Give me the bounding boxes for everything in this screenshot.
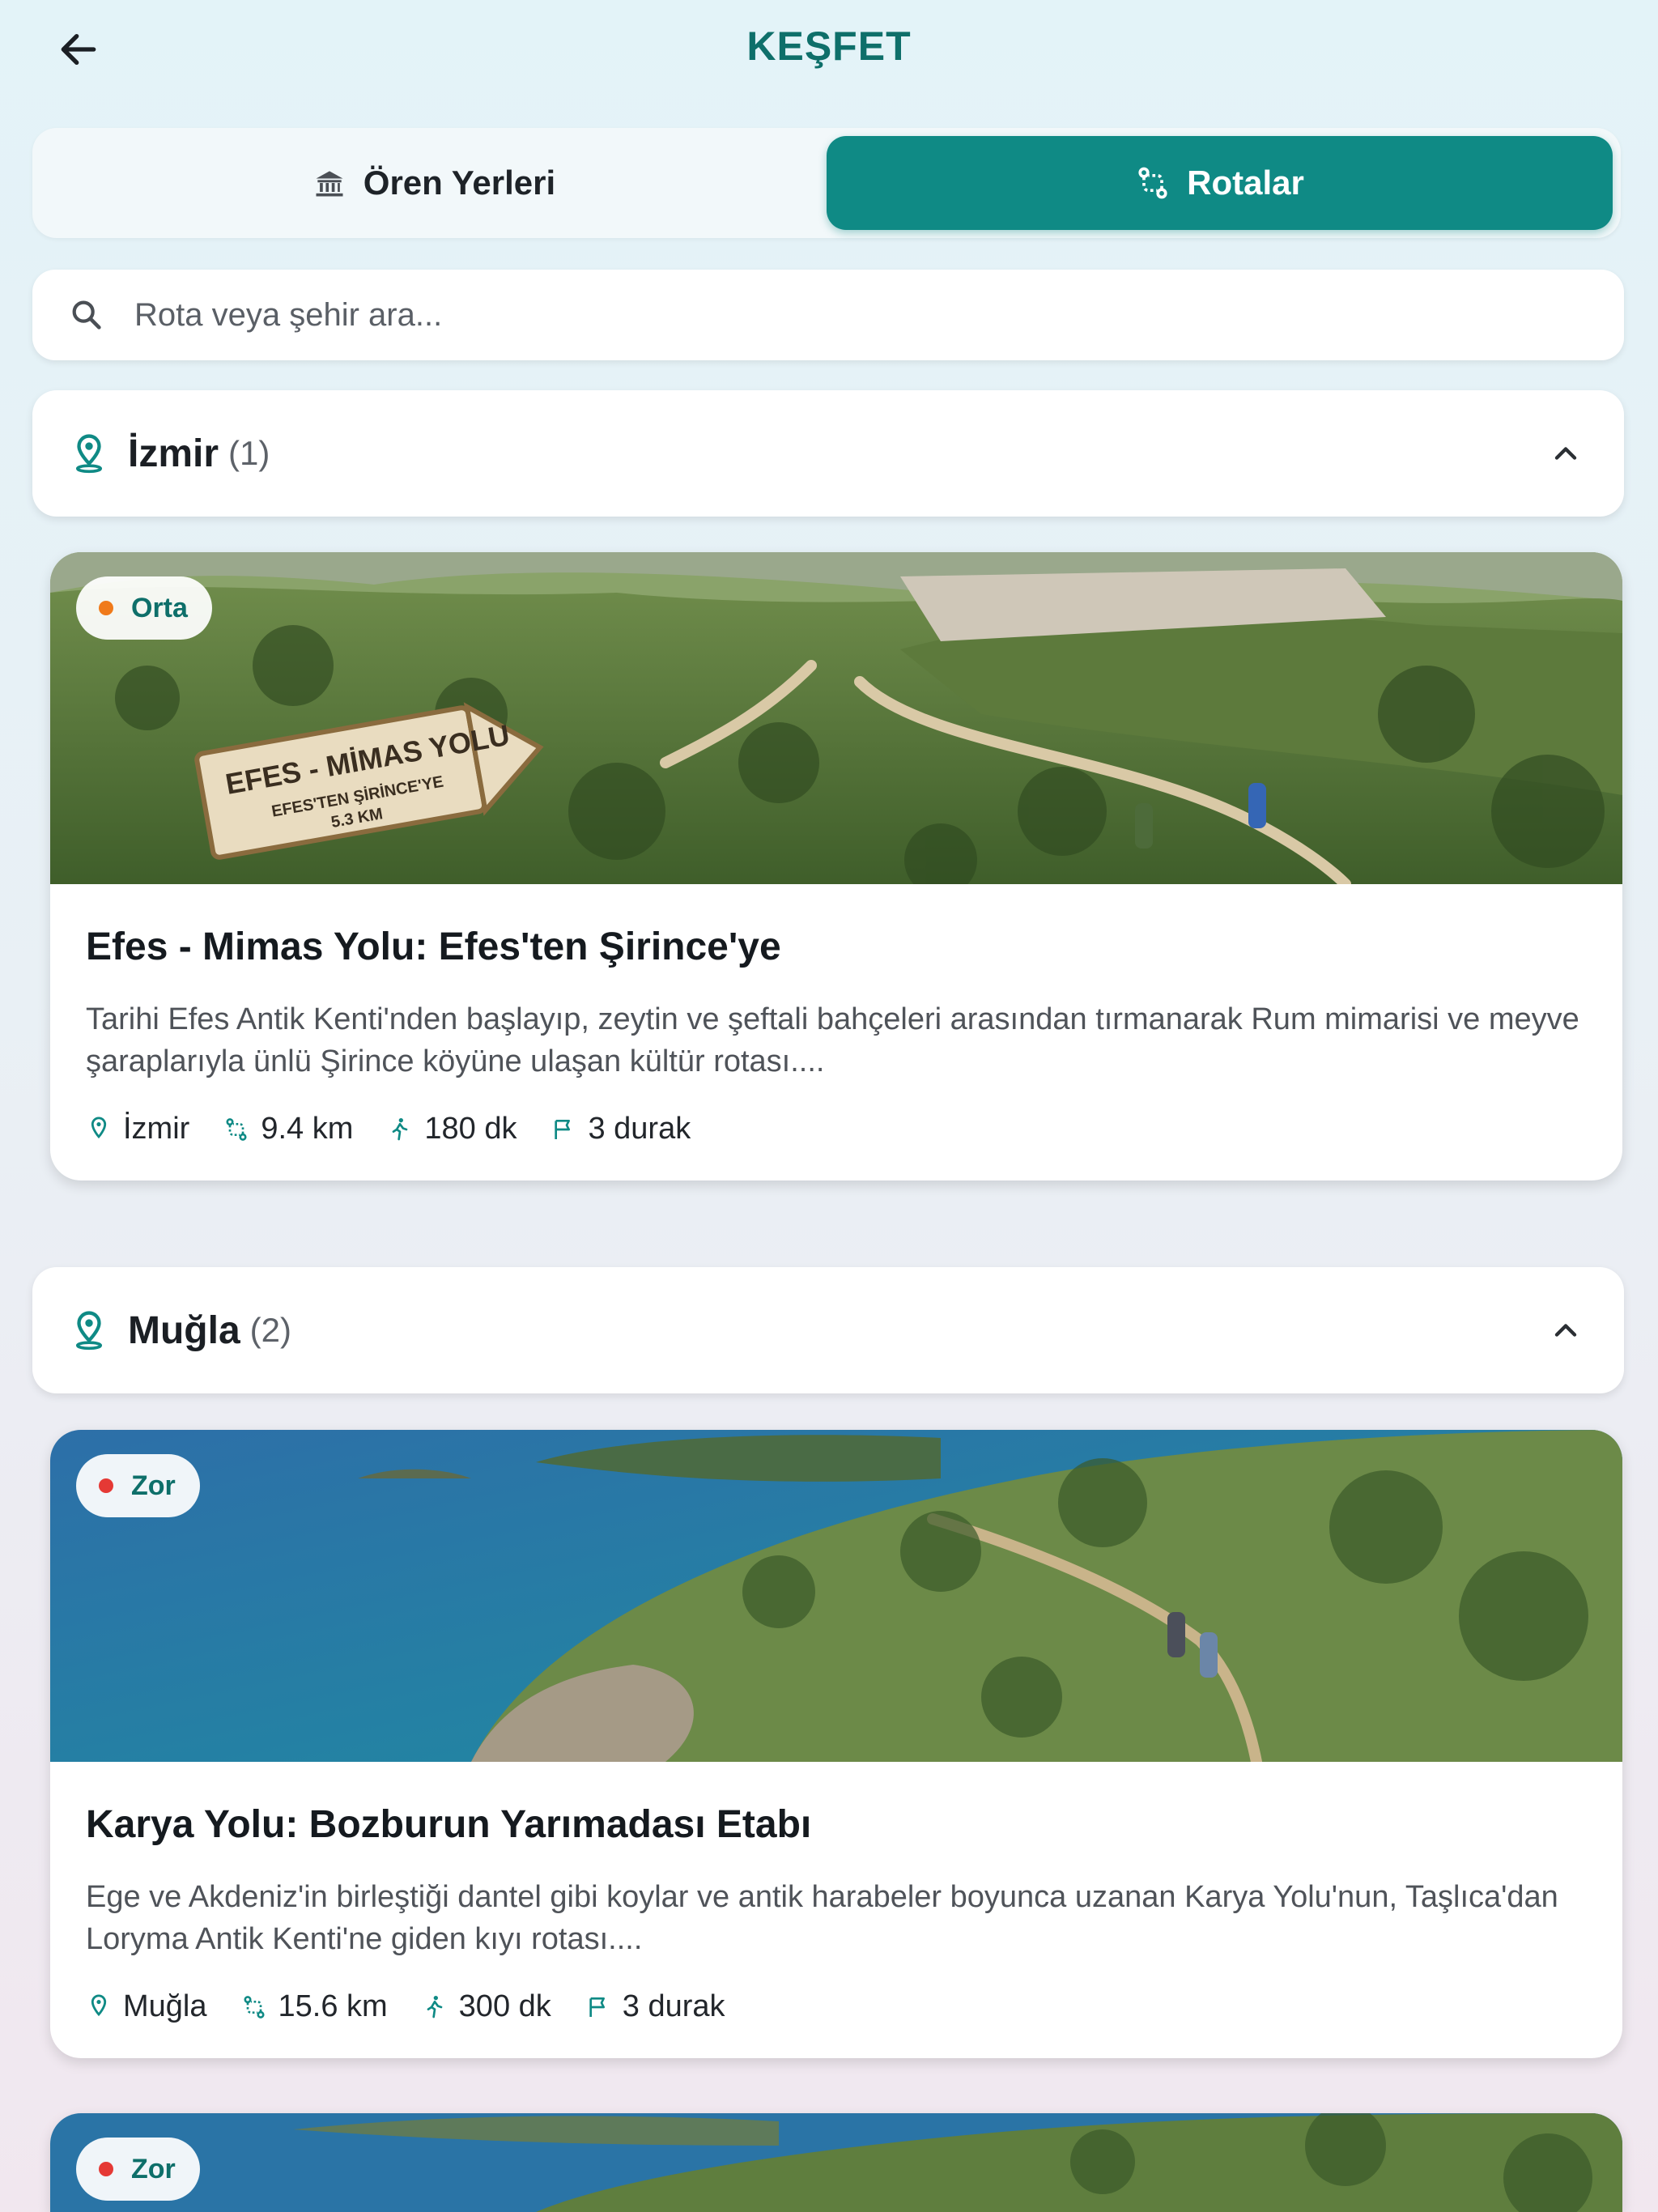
route-description: Tarihi Efes Antik Kenti'nden başlayıp, z…	[86, 1002, 1579, 1078]
location-pin-icon	[91, 1116, 107, 1138]
route-image: EFES - MİMAS YOLU EFES'TEN ŞİRİNCE'YE 5.…	[50, 552, 1622, 884]
route-image: Zor	[50, 2113, 1622, 2212]
region-header-izmir[interactable]: İzmir (1)	[32, 390, 1624, 517]
meta-distance-label: 15.6 km	[278, 1989, 388, 2023]
route-card-partial[interactable]: Zor	[50, 2113, 1622, 2212]
meta-distance: 15.6 km	[241, 1989, 388, 2024]
difficulty-label: Zor	[131, 2153, 176, 2184]
difficulty-badge: Orta	[76, 576, 212, 640]
meta-duration-label: 300 dk	[458, 1989, 551, 2023]
tab-bar: Ören Yerleri Rotalar	[32, 128, 1621, 238]
region-header-mugla[interactable]: Muğla (2)	[32, 1267, 1624, 1393]
difficulty-badge: Zor	[76, 2138, 200, 2201]
difficulty-dot	[99, 2162, 113, 2176]
route-title: Efes - Mimas Yolu: Efes'ten Şirince'ye	[86, 925, 781, 968]
search-icon	[72, 300, 101, 330]
meta-city: Muğla	[86, 1989, 207, 2024]
meta-duration-label: 180 dk	[424, 1112, 517, 1146]
meta-stops-label: 3 durak	[588, 1112, 691, 1146]
route-image: Zor	[50, 1430, 1622, 1762]
search-bar	[32, 270, 1624, 360]
route-icon	[243, 1995, 265, 2018]
difficulty-dot	[99, 601, 113, 615]
tab-label: Ören Yerleri	[363, 164, 556, 202]
meta-duration: 300 dk	[422, 1989, 551, 2024]
location-pin-icon	[91, 1993, 107, 2016]
meta-stops: 3 durak	[551, 1112, 691, 1146]
route-meta: Muğla 15.6 km 300 dk 3 durak	[86, 1989, 1587, 2024]
route-card-karya-yolu[interactable]: Zor Karya Yolu: Bozburun Yarımadası Etab…	[50, 1430, 1622, 2058]
route-icon	[1138, 167, 1167, 199]
flag-icon	[555, 1119, 571, 1139]
meta-duration: 180 dk	[387, 1112, 517, 1146]
region-name: Muğla	[128, 1308, 240, 1352]
tab-oren-yerleri[interactable]: Ören Yerleri	[40, 136, 827, 230]
difficulty-label: Zor	[131, 1470, 176, 1501]
route-icon	[226, 1117, 247, 1141]
search-input[interactable]	[134, 296, 1624, 334]
meta-distance-label: 9.4 km	[261, 1112, 354, 1146]
meta-city-label: İzmir	[123, 1112, 190, 1146]
meta-stops: 3 durak	[585, 1989, 725, 2024]
museum-icon	[316, 171, 343, 197]
chevron-up-icon[interactable]	[1548, 436, 1584, 471]
location-pin-icon	[75, 1311, 103, 1351]
hiker-icon	[427, 1995, 443, 2018]
route-meta: İzmir 9.4 km 180 dk 3 durak	[86, 1112, 1587, 1146]
location-pin-icon	[75, 434, 103, 474]
chevron-up-icon[interactable]	[1548, 1312, 1584, 1348]
header: KEŞFET	[0, 0, 1658, 105]
route-card-efes-mimas[interactable]: EFES - MİMAS YOLU EFES'TEN ŞİRİNCE'YE 5.…	[50, 552, 1622, 1180]
route-description: Ege ve Akdeniz'in birleştiği dantel gibi…	[86, 1880, 1558, 1956]
region-count: (2)	[249, 1311, 291, 1349]
meta-city-label: Muğla	[123, 1989, 207, 2023]
flag-icon	[589, 1997, 605, 2017]
region-name: İzmir	[128, 432, 219, 475]
route-title: Karya Yolu: Bozburun Yarımadası Etabı	[86, 1803, 812, 1846]
meta-distance: 9.4 km	[223, 1112, 353, 1146]
difficulty-badge: Zor	[76, 1454, 200, 1517]
tab-rotalar[interactable]: Rotalar	[827, 136, 1613, 230]
region-count: (1)	[228, 434, 270, 472]
meta-city: İzmir	[86, 1112, 189, 1146]
meta-stops-label: 3 durak	[622, 1989, 725, 2023]
difficulty-label: Orta	[131, 592, 188, 623]
difficulty-dot	[99, 1478, 113, 1493]
tab-label: Rotalar	[1187, 164, 1304, 202]
page-title: KEŞFET	[746, 23, 912, 69]
hiker-icon	[393, 1117, 408, 1140]
